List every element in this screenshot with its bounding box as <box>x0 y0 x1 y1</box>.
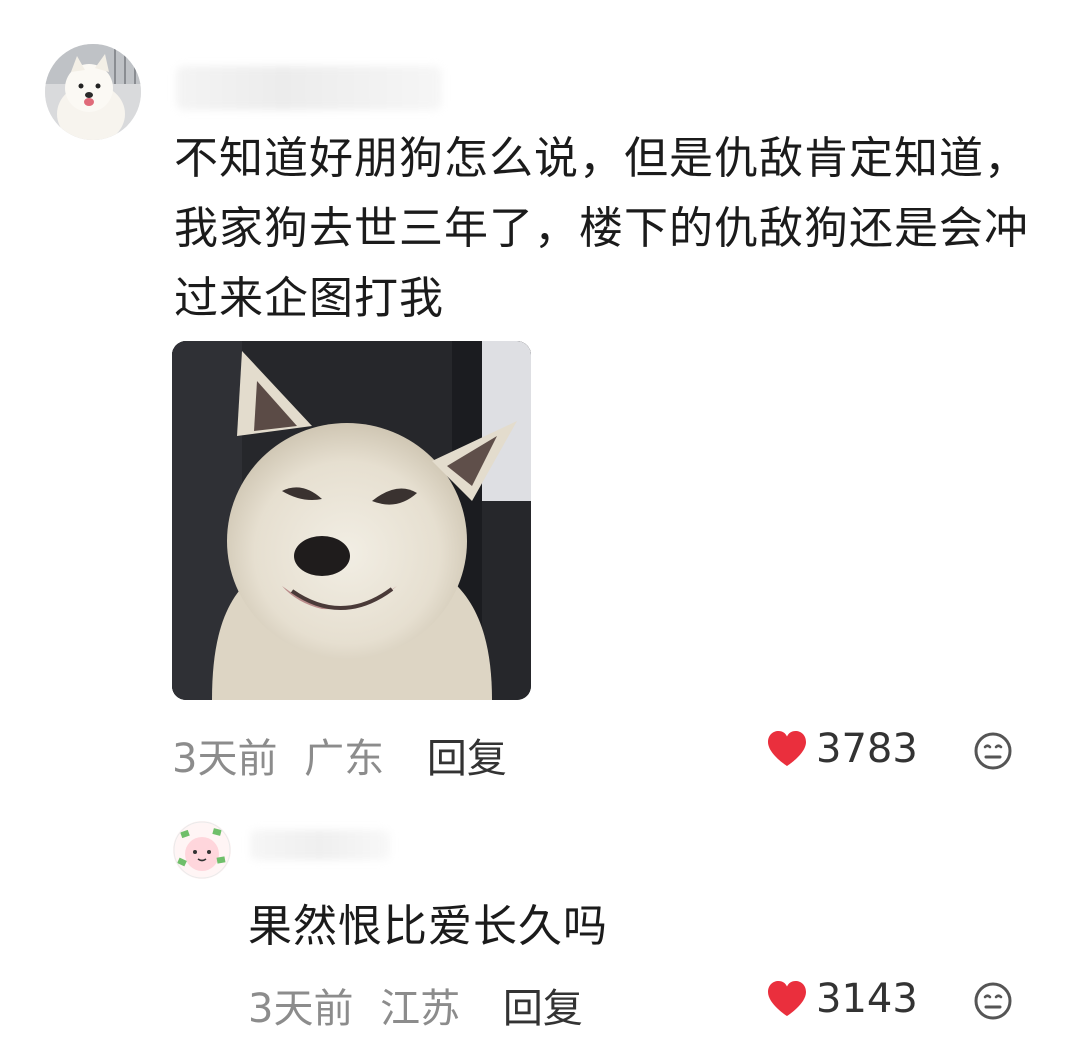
like-button[interactable]: 3783 <box>766 726 918 772</box>
user-avatar[interactable] <box>45 44 141 140</box>
comment-time: 3天前 <box>248 986 354 1032</box>
dog-avatar-image <box>45 44 141 140</box>
like-count: 3783 <box>816 726 918 772</box>
reply-comment-text: 果然恨比爱长久吗 <box>248 901 608 952</box>
reply-comment-meta: 3天前 江苏 回复 <box>248 976 583 1034</box>
comment-location: 江苏 <box>380 986 461 1032</box>
reply-username-blurred[interactable] <box>250 830 390 860</box>
reply-user-avatar[interactable] <box>173 821 231 879</box>
like-count: 3143 <box>816 976 918 1022</box>
angry-dog-photo <box>172 341 531 700</box>
heart-icon <box>768 981 806 1016</box>
comment-image[interactable] <box>172 341 531 700</box>
like-button[interactable]: 3143 <box>766 976 918 1022</box>
comment-text: 不知道好朋狗怎么说，但是仇敌肯定知道，我家狗去世三年了，楼下的仇敌狗还是会冲过来… <box>174 133 1029 324</box>
neutral-face-icon[interactable] <box>973 981 1013 1021</box>
cartoon-avatar-image <box>173 821 231 879</box>
comment-meta: 3天前 广东 回复 <box>172 726 507 784</box>
reply-button[interactable]: 回复 <box>427 736 507 782</box>
comment-location: 广东 <box>304 736 385 782</box>
comment-time: 3天前 <box>172 736 278 782</box>
heart-icon <box>768 731 806 766</box>
neutral-face-icon[interactable] <box>973 731 1013 771</box>
reply-button[interactable]: 回复 <box>503 986 583 1032</box>
username-blurred[interactable] <box>176 66 442 110</box>
